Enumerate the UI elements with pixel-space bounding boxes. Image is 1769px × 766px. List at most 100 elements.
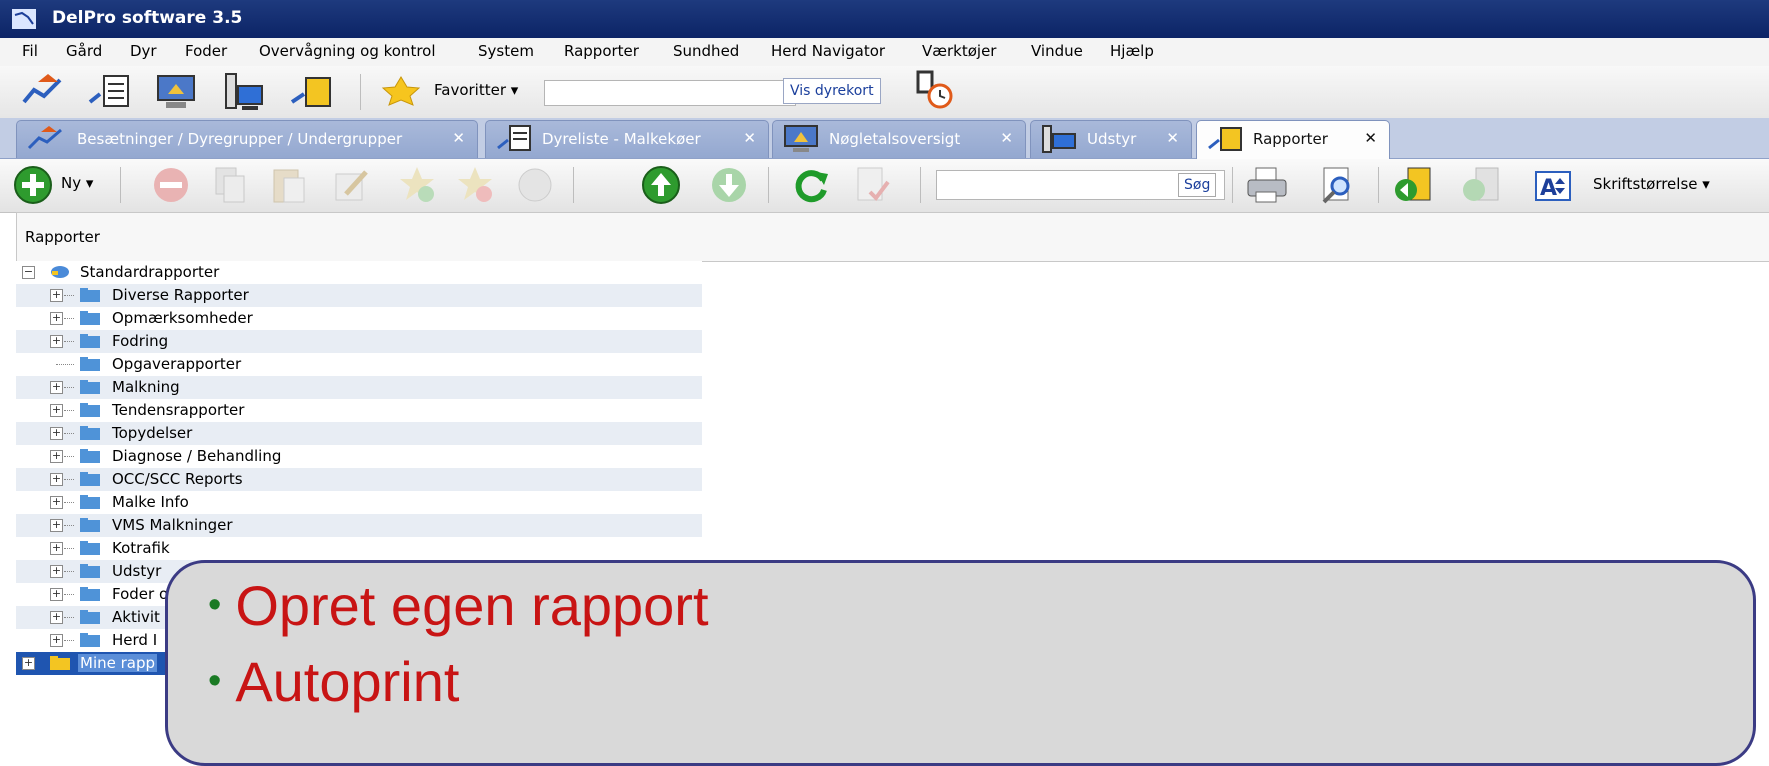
menu-dyr[interactable]: Dyr [130,42,157,60]
expand-icon[interactable]: + [50,312,63,325]
tree-connector [64,295,74,296]
expand-icon[interactable]: + [50,565,63,578]
tree-node-diverse-rapporter[interactable]: + Diverse Rapporter [16,284,702,307]
import-icon[interactable] [1460,164,1502,206]
remove-favorite-icon[interactable] [454,164,496,206]
font-size-dropdown[interactable]: Skriftstørrelse ▾ [1593,175,1710,193]
animal-list-icon[interactable] [88,72,132,112]
remove-icon[interactable] [150,164,192,206]
tree-node-malke-info[interactable]: + Malke Info [16,491,702,514]
close-icon[interactable]: ✕ [1166,129,1179,147]
vis-dyrekort-button[interactable]: Vis dyrekort [783,78,881,104]
search-button[interactable]: Søg [1178,173,1217,197]
new-dropdown[interactable]: Ny ▾ [61,174,93,192]
tree-node-fodring[interactable]: + Fodring [16,330,702,353]
tree-node-malkning[interactable]: + Malkning [16,376,702,399]
tree-node-tendensrapporter[interactable]: + Tendensrapporter [16,399,702,422]
font-size-icon[interactable]: A [1534,164,1572,206]
favorites-dropdown[interactable]: Favoritter ▾ [434,81,518,99]
expand-icon[interactable]: + [50,427,63,440]
expand-icon[interactable]: + [50,473,63,486]
expand-icon[interactable]: + [50,335,63,348]
collapse-icon[interactable]: − [22,266,35,279]
close-icon[interactable]: ✕ [1000,129,1013,147]
tree-label: Malkning [112,378,180,396]
add-favorite-icon[interactable] [396,164,438,206]
tree-connector [64,617,74,618]
expand-icon[interactable]: + [22,657,35,670]
quick-toolbar: Favoritter ▾ Vis dyrekort [0,66,1769,119]
close-icon[interactable]: ✕ [1364,129,1377,147]
refresh-icon[interactable] [790,164,832,206]
print-icon[interactable] [1246,164,1288,206]
tab-label: Besætninger / Dyregrupper / Undergrupper [77,130,403,148]
expand-icon[interactable]: + [50,588,63,601]
app-logo-icon [12,9,36,29]
tree-node-occ-scc-reports[interactable]: + OCC/SCC Reports [16,468,702,491]
menu-fil[interactable]: Fil [22,42,38,60]
tree-node-kotrafik[interactable]: + Kotrafik [16,537,702,560]
paste-icon[interactable] [268,164,310,206]
expand-icon[interactable]: + [50,496,63,509]
menu-gard[interactable]: Gård [66,42,102,60]
expand-icon[interactable]: + [50,542,63,555]
tab-rapporter[interactable]: Rapporter ✕ [1196,120,1390,159]
tree-label: Foder o [112,585,169,603]
menu-rapporter[interactable]: Rapporter [564,42,639,60]
tab-noegletal[interactable]: Nøgletalsoversigt ✕ [772,120,1026,158]
menu-hjaelp[interactable]: Hjælp [1110,42,1154,60]
tree-node-opgaverapporter[interactable]: Opgaverapporter [16,353,702,376]
move-up-icon[interactable] [640,164,682,206]
menu-herd-navigator[interactable]: Herd Navigator [771,42,885,60]
animal-search-input[interactable] [544,80,796,106]
tree-node-standardrapporter[interactable]: − Standardrapporter [16,261,702,284]
menu-sundhed[interactable]: Sundhed [673,42,739,60]
export-icon[interactable] [1392,164,1434,206]
folder-icon [80,449,100,463]
expand-icon[interactable]: + [50,404,63,417]
tree-node-opmaerksomheder[interactable]: + Opmærksomheder [16,307,702,330]
expand-icon[interactable]: + [50,611,63,624]
equipment-icon[interactable] [222,72,266,112]
edit-icon[interactable] [330,164,372,206]
reports-icon[interactable] [290,72,334,112]
tree-node-topydelser[interactable]: + Topydelser [16,422,702,445]
expand-icon[interactable]: + [50,519,63,532]
folder-icon [80,288,100,302]
menu-foder[interactable]: Foder [185,42,227,60]
tab-dyreliste[interactable]: Dyreliste - Malkekøer ✕ [485,120,769,158]
copy-icon[interactable] [210,164,252,206]
tab-besaetninger[interactable]: Besætninger / Dyregrupper / Undergrupper… [16,120,478,158]
move-down-icon[interactable] [708,164,750,206]
print-preview-icon[interactable] [1316,164,1358,206]
tree-connector [64,594,74,595]
bullet-dot-icon: • [208,584,222,626]
menu-system[interactable]: System [478,42,534,60]
expand-icon[interactable]: + [50,289,63,302]
tab-label: Nøgletalsoversigt [829,130,961,148]
tab-udstyr[interactable]: Udstyr ✕ [1030,120,1192,158]
menu-overvagning[interactable]: Overvågning og kontrol [259,42,436,60]
tree-connector [64,548,74,549]
toolbar-separator [120,167,121,203]
tree-node-vms-malkninger[interactable]: + VMS Malkninger [16,514,702,537]
expand-icon[interactable]: + [50,634,63,647]
expand-icon[interactable]: + [50,450,63,463]
favorites-star-icon[interactable] [376,76,426,106]
group-icon[interactable] [514,164,556,206]
herd-icon[interactable] [20,72,64,112]
expand-icon[interactable]: + [50,381,63,394]
tree-label: Herd I [112,631,158,649]
tree-node-diagnose-behandling[interactable]: + Diagnose / Behandling [16,445,702,468]
add-icon[interactable] [12,164,54,206]
menu-vindue[interactable]: Vindue [1031,42,1083,60]
approve-icon[interactable] [852,164,894,206]
menu-vaerktojer[interactable]: Værktøjer [922,42,996,60]
key-figures-icon[interactable] [154,72,198,112]
close-icon[interactable]: ✕ [743,129,756,147]
tree-connector [64,341,74,342]
close-icon[interactable]: ✕ [452,129,465,147]
cow-timer-icon[interactable] [912,70,956,110]
key-figures-icon [784,125,818,152]
tree-label: Fodring [112,332,169,350]
